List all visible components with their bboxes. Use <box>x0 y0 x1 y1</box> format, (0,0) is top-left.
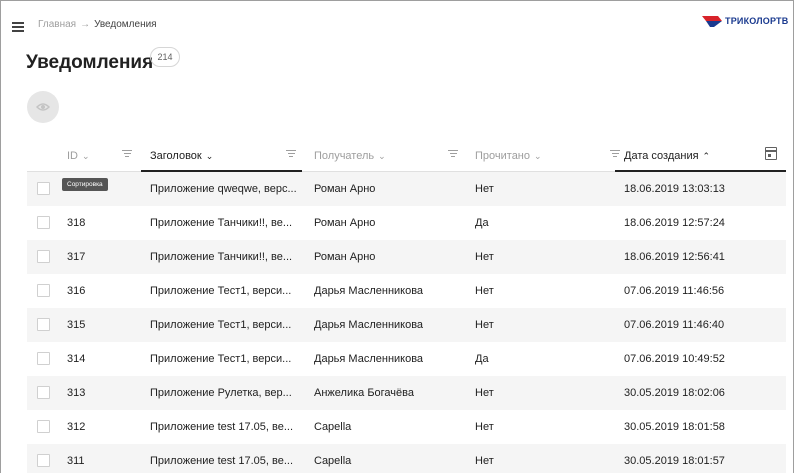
filter-recipient-icon[interactable] <box>448 150 458 159</box>
cell-title: Приложение Тест1, верси... <box>150 285 292 297</box>
cell-recipient: Анжелика Богачёва <box>314 387 414 399</box>
table-row[interactable]: 312 Приложение test 17.05, ве... Capella… <box>27 410 786 444</box>
cell-id: 313 <box>67 387 86 399</box>
logo-text: ТРИКОЛОРТВ <box>725 16 789 26</box>
cell-id: 316 <box>67 285 86 297</box>
chevron-up-icon[interactable]: ⌃ <box>703 151 711 162</box>
cell-created: 30.05.2019 18:01:57 <box>624 455 725 467</box>
cell-recipient: Capella <box>314 421 352 433</box>
column-header-read-label[interactable]: Прочитано <box>475 150 530 162</box>
cell-created: 18.06.2019 12:57:24 <box>624 217 725 229</box>
table-row[interactable]: 313 Приложение Рулетка, вер... Анжелика … <box>27 376 786 410</box>
breadcrumb-separator: → <box>80 19 91 30</box>
cell-title: Приложение Рулетка, вер... <box>150 387 292 399</box>
count-badge: 214 <box>150 47 180 67</box>
cell-id: 312 <box>67 421 86 433</box>
chevron-down-icon[interactable]: ⌄ <box>82 151 90 162</box>
cell-recipient: Дарья Масленникова <box>314 285 424 297</box>
cell-read: Нет <box>475 455 494 467</box>
cell-title: Приложение test 17.05, ве... <box>150 421 294 433</box>
cell-title: Приложение Тест1, верси... <box>150 319 292 331</box>
table-row[interactable]: 315 Приложение Тест1, верси... Дарья Мас… <box>27 308 786 342</box>
cell-created: 07.06.2019 11:46:40 <box>624 319 725 331</box>
filter-id-icon[interactable] <box>122 150 132 159</box>
column-header-title: Заголовок ⌄ <box>150 140 213 172</box>
chevron-down-icon[interactable]: ⌄ <box>206 151 214 162</box>
eye-icon <box>36 103 50 111</box>
cell-recipient: Capella <box>314 455 352 467</box>
row-checkbox[interactable] <box>37 420 50 433</box>
row-checkbox[interactable] <box>37 216 50 229</box>
cell-title: Приложение test 17.05, ве... <box>150 455 294 467</box>
row-checkbox[interactable] <box>37 250 50 263</box>
calendar-icon[interactable] <box>765 147 777 160</box>
cell-recipient: Роман Арно <box>314 217 376 229</box>
cell-read: Да <box>475 353 489 365</box>
cell-read: Нет <box>475 421 494 433</box>
cell-recipient: Роман Арно <box>314 183 376 195</box>
mark-read-button[interactable] <box>27 91 59 123</box>
cell-title: Приложение Танчики!!, ве... <box>150 251 293 263</box>
filter-read-icon[interactable] <box>610 150 620 159</box>
cell-title: Приложение qweqwe, верс... <box>150 183 297 195</box>
cell-read: Нет <box>475 251 494 263</box>
column-header-read: Прочитано ⌄ <box>475 140 542 172</box>
cell-read: Да <box>475 217 489 229</box>
sort-tooltip: Сортировка <box>62 178 108 191</box>
cell-read: Нет <box>475 319 494 331</box>
table-row[interactable]: 317 Приложение Танчики!!, ве... Роман Ар… <box>27 240 786 274</box>
tricolor-logo-icon <box>702 16 722 27</box>
chevron-down-icon[interactable]: ⌄ <box>378 151 386 162</box>
column-header-created: Дата создания ⌃ <box>624 140 710 172</box>
cell-recipient: Дарья Масленникова <box>314 319 424 331</box>
column-header-recipient-label[interactable]: Получатель <box>314 150 374 162</box>
cell-id: 315 <box>67 319 86 331</box>
cell-title: Приложение Тест1, верси... <box>150 353 292 365</box>
column-header-id-label[interactable]: ID <box>67 150 78 162</box>
cell-created: 07.06.2019 10:49:52 <box>624 353 725 365</box>
row-checkbox[interactable] <box>37 386 50 399</box>
cell-id: 311 <box>67 455 85 467</box>
cell-created: 18.06.2019 13:03:13 <box>624 183 725 195</box>
breadcrumb-current: Уведомления <box>94 19 157 30</box>
hamburger-menu-icon[interactable] <box>12 22 24 32</box>
breadcrumb: Главная → Уведомления <box>38 19 157 30</box>
cell-created: 18.06.2019 12:56:41 <box>624 251 725 263</box>
column-header-id: ID ⌄ <box>67 140 90 172</box>
row-checkbox[interactable] <box>37 454 50 467</box>
cell-recipient: Роман Арно <box>314 251 376 263</box>
column-header-created-label[interactable]: Дата создания <box>624 150 699 162</box>
cell-id: 318 <box>67 217 86 229</box>
row-checkbox[interactable] <box>37 182 50 195</box>
chevron-down-icon[interactable]: ⌄ <box>534 151 542 162</box>
cell-created: 30.05.2019 18:01:58 <box>624 421 725 433</box>
table-row[interactable]: 316 Приложение Тест1, верси... Дарья Мас… <box>27 274 786 308</box>
table-row[interactable]: 318 Приложение Танчики!!, ве... Роман Ар… <box>27 206 786 240</box>
cell-created: 30.05.2019 18:02:06 <box>624 387 725 399</box>
table-header: ID ⌄ Заголовок ⌄ Получатель ⌄ Прочитано … <box>27 140 786 172</box>
cell-id: 317 <box>67 251 86 263</box>
cell-created: 07.06.2019 11:46:56 <box>624 285 725 297</box>
filter-title-icon[interactable] <box>286 150 296 159</box>
breadcrumb-home-link[interactable]: Главная <box>38 19 76 30</box>
row-checkbox[interactable] <box>37 352 50 365</box>
row-checkbox[interactable] <box>37 318 50 331</box>
page-title: Уведомления <box>26 52 154 73</box>
table-row[interactable]: 314 Приложение Тест1, верси... Дарья Мас… <box>27 342 786 376</box>
table-row[interactable]: Приложение qweqwe, верс... Роман Арно Не… <box>27 172 786 206</box>
notifications-table: ID ⌄ Заголовок ⌄ Получатель ⌄ Прочитано … <box>27 140 786 473</box>
cell-id: 314 <box>67 353 86 365</box>
row-checkbox[interactable] <box>37 284 50 297</box>
cell-read: Нет <box>475 183 494 195</box>
column-header-recipient: Получатель ⌄ <box>314 140 386 172</box>
cell-read: Нет <box>475 285 494 297</box>
cell-title: Приложение Танчики!!, ве... <box>150 217 293 229</box>
tricolor-logo: ТРИКОЛОРТВ <box>702 14 788 28</box>
table-row[interactable]: 311 Приложение test 17.05, ве... Capella… <box>27 444 786 473</box>
cell-recipient: Дарья Масленникова <box>314 353 424 365</box>
cell-read: Нет <box>475 387 494 399</box>
column-header-title-label[interactable]: Заголовок <box>150 150 202 162</box>
